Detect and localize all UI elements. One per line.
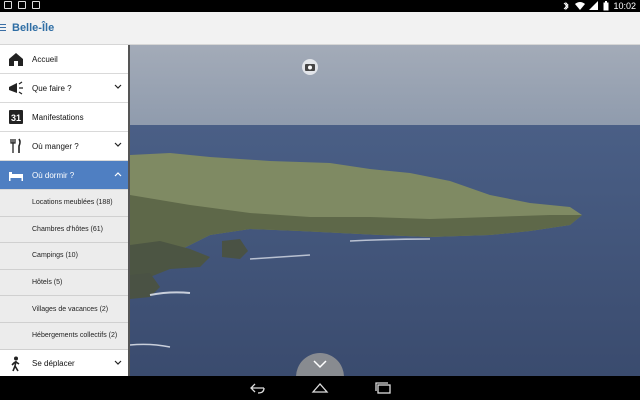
home-nav-icon[interactable] — [311, 382, 329, 394]
nav-item-manifestations[interactable]: 31 Manifestations — [0, 103, 128, 132]
home-icon — [8, 51, 24, 67]
app-bar: Belle-Île — [0, 12, 640, 45]
nav-item-label: Se déplacer — [32, 359, 75, 369]
wifi-icon — [575, 2, 586, 10]
nav-item-que-faire[interactable]: Que faire ? — [0, 74, 128, 103]
chevron-up-icon[interactable] — [114, 171, 122, 177]
nav-item-se-deplacer[interactable]: Se déplacer — [0, 349, 128, 376]
chevron-down-icon[interactable] — [114, 142, 122, 148]
sub-item-hebergements-collectifs[interactable]: Hébergements collectifs (2) — [0, 322, 128, 350]
bed-icon — [8, 167, 24, 183]
chevron-down-icon[interactable] — [114, 84, 122, 90]
coastline-photo — [130, 45, 640, 376]
recents-icon[interactable] — [375, 382, 393, 394]
image-notification-icon — [18, 1, 26, 9]
megaphone-icon — [8, 80, 24, 96]
hero-photo — [130, 45, 640, 376]
calendar-icon: 31 — [8, 109, 24, 125]
nav-item-label: Manifestations — [32, 112, 84, 122]
chevron-down-icon[interactable] — [114, 360, 122, 366]
nav-item-accueil[interactable]: Accueil — [0, 45, 128, 74]
calendar-day: 31 — [11, 113, 21, 123]
navigation-drawer: Accueil Que faire ? 31 Manifestations Où… — [0, 45, 130, 376]
back-icon[interactable] — [248, 382, 266, 394]
nav-item-label: Accueil — [32, 54, 58, 64]
nav-item-ou-manger[interactable]: Où manger ? — [0, 132, 128, 161]
battery-icon — [603, 1, 609, 11]
sub-item-villages-vacances[interactable]: Villages de vacances (2) — [0, 296, 128, 323]
signal-icon — [589, 1, 599, 10]
nav-item-label: Où dormir ? — [32, 170, 75, 180]
gmail-notification-icon — [4, 1, 12, 9]
status-bar: 10:02 — [0, 0, 640, 12]
sub-item-campings[interactable]: Campings (10) — [0, 243, 128, 270]
sub-item-chambres-hotes[interactable]: Chambres d'hôtes (61) — [0, 216, 128, 244]
sub-item-hotels[interactable]: Hôtels (5) — [0, 269, 128, 297]
walking-icon — [8, 356, 24, 372]
nav-item-ou-dormir[interactable]: Où dormir ? — [0, 161, 128, 190]
sub-item-locations-meublees[interactable]: Locations meublées (188) — [0, 190, 128, 217]
nav-item-label: Où manger ? — [32, 141, 79, 151]
app-title[interactable]: Belle-Île — [12, 22, 54, 34]
drawer-menu-icon[interactable] — [0, 24, 6, 32]
system-navigation-bar — [0, 376, 640, 400]
download-notification-icon — [32, 1, 40, 9]
cutlery-icon — [8, 138, 24, 154]
bluetooth-icon — [564, 1, 570, 11]
chevron-down-icon — [313, 360, 327, 369]
nav-item-label: Que faire ? — [32, 83, 72, 93]
camera-gallery-button[interactable] — [300, 57, 320, 77]
clock: 10:02 — [613, 1, 636, 11]
